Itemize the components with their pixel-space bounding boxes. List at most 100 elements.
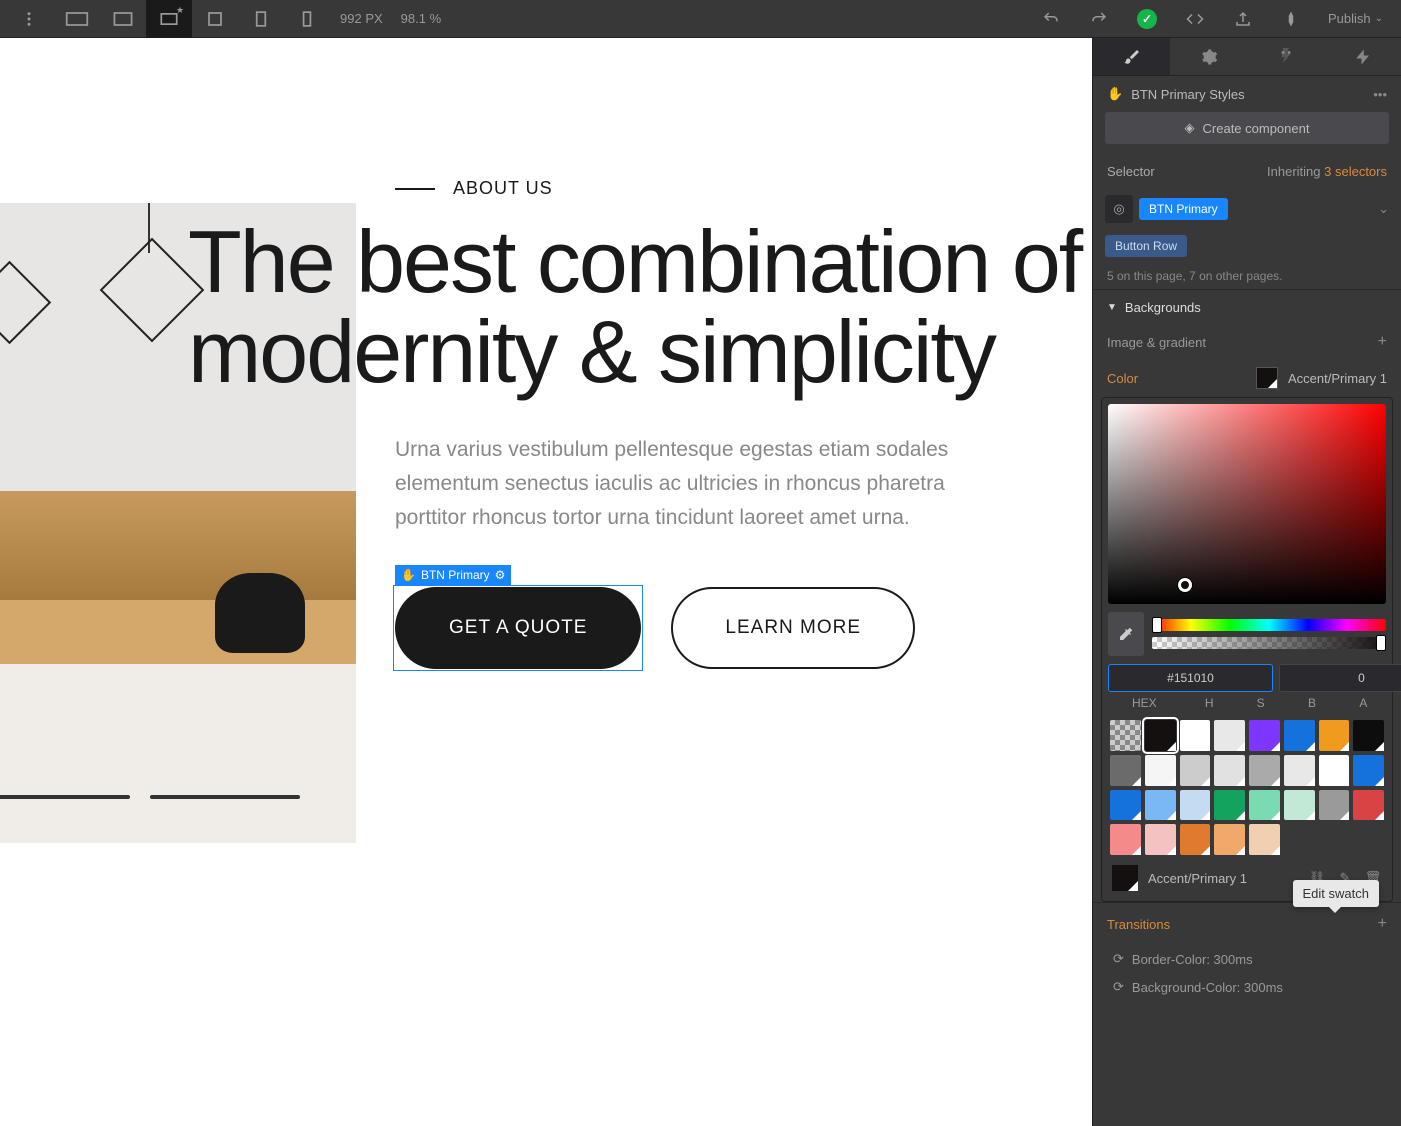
hue-input[interactable]	[1279, 664, 1401, 692]
saturation-handle[interactable]	[1178, 578, 1192, 592]
hex-label: HEX	[1108, 696, 1181, 710]
color-swatch[interactable]	[1249, 790, 1280, 821]
color-swatch-name[interactable]: Accent/Primary 1	[1288, 371, 1387, 386]
transition-item[interactable]: ⟳ Border-Color: 300ms	[1093, 945, 1401, 973]
color-swatch[interactable]	[1319, 720, 1350, 751]
canvas-width-value: 992 PX	[332, 11, 391, 26]
effects-tab-icon[interactable]	[1324, 38, 1401, 75]
more-dots-icon[interactable]: •••	[1373, 87, 1387, 102]
redo-icon[interactable]	[1076, 0, 1122, 38]
color-swatch[interactable]	[1249, 755, 1280, 786]
menu-dots-icon[interactable]	[6, 0, 52, 38]
inheriting-count[interactable]: 3 selectors	[1324, 164, 1387, 179]
hue-slider[interactable]	[1152, 619, 1386, 631]
color-swatch[interactable]	[1145, 720, 1176, 751]
color-swatch[interactable]	[1353, 755, 1384, 786]
color-swatch[interactable]	[1180, 790, 1211, 821]
color-swatch[interactable]	[1145, 755, 1176, 786]
color-swatch[interactable]	[1180, 720, 1211, 751]
style-tab-icon[interactable]	[1093, 38, 1170, 75]
transition-icon: ⟳	[1113, 951, 1124, 967]
color-swatch[interactable]	[1353, 720, 1384, 751]
grab-icon: ✋	[401, 568, 416, 582]
color-swatch[interactable]	[1110, 824, 1141, 855]
color-swatch-preview[interactable]	[1256, 367, 1278, 389]
breakpoint-laptop-icon[interactable]: ★	[146, 0, 192, 38]
gear-icon[interactable]: ⚙	[495, 568, 506, 582]
color-swatch[interactable]	[1145, 790, 1176, 821]
selected-swatch-preview	[1112, 865, 1138, 891]
code-icon[interactable]	[1172, 0, 1218, 38]
color-swatch[interactable]	[1284, 790, 1315, 821]
breakpoint-desktop-icon[interactable]	[100, 0, 146, 38]
color-swatch[interactable]	[1110, 755, 1141, 786]
breakpoint-mobile-icon[interactable]	[284, 0, 330, 38]
transition-item[interactable]: ⟳ Background-Color: 300ms	[1093, 973, 1401, 1001]
color-swatch[interactable]	[1180, 824, 1211, 855]
eyebrow-text[interactable]: ABOUT US	[453, 178, 553, 199]
hue-handle[interactable]	[1152, 617, 1162, 633]
get-quote-button[interactable]: GET A QUOTE	[395, 587, 641, 669]
transition-label: Background-Color: 300ms	[1132, 980, 1283, 995]
selector-target-icon[interactable]: ◎	[1105, 195, 1133, 223]
style-panel: ✋ BTN Primary Styles ••• ◈ Create compon…	[1092, 38, 1401, 1126]
color-swatch[interactable]	[1214, 755, 1245, 786]
export-icon[interactable]	[1220, 0, 1266, 38]
chevron-down-icon[interactable]: ⌄	[1378, 201, 1389, 217]
color-swatch[interactable]	[1110, 720, 1141, 751]
component-icon: ◈	[1185, 120, 1195, 136]
breakpoint-tablet-icon[interactable]	[192, 0, 238, 38]
status-ok-icon[interactable]	[1124, 0, 1170, 38]
color-swatch[interactable]	[1249, 824, 1280, 855]
publish-button[interactable]: Publish ⌄	[1316, 0, 1395, 38]
interactions-tab-icon[interactable]	[1247, 38, 1324, 75]
hex-input[interactable]	[1108, 664, 1273, 692]
eyebrow-line	[395, 188, 435, 190]
color-swatch[interactable]	[1284, 720, 1315, 751]
color-swatch[interactable]	[1110, 790, 1141, 821]
color-swatch[interactable]	[1284, 755, 1315, 786]
breakpoint-tablet-portrait-icon[interactable]	[238, 0, 284, 38]
color-swatch[interactable]	[1249, 720, 1280, 751]
selector-chip-parent[interactable]: Button Row	[1105, 235, 1187, 257]
selection-tag[interactable]: ✋ BTN Primary ⚙	[395, 565, 511, 585]
backgrounds-section-header[interactable]: ▼ Backgrounds	[1093, 289, 1401, 325]
selected-swatch-name: Accent/Primary 1	[1148, 871, 1298, 886]
color-label: Color	[1107, 371, 1138, 386]
alpha-slider[interactable]	[1152, 637, 1386, 649]
learn-more-button[interactable]: LEARN MORE	[671, 587, 915, 669]
transition-label: Border-Color: 300ms	[1132, 952, 1253, 967]
h-label: H	[1187, 696, 1232, 710]
caret-down-icon: ▼	[1107, 302, 1117, 313]
create-component-label: Create component	[1203, 121, 1310, 136]
saturation-area[interactable]	[1108, 404, 1386, 604]
color-swatch[interactable]	[1180, 755, 1211, 786]
color-swatch[interactable]	[1319, 790, 1350, 821]
hero-headline[interactable]: The best combination of modernity & simp…	[188, 217, 1092, 397]
settings-tab-icon[interactable]	[1170, 38, 1247, 75]
image-gradient-label: Image & gradient	[1107, 335, 1206, 350]
hero-body[interactable]: Urna varius vestibulum pellentesque eges…	[395, 433, 975, 535]
eyedropper-button[interactable]	[1108, 612, 1144, 656]
undo-icon[interactable]	[1028, 0, 1074, 38]
transitions-header[interactable]: Transitions	[1107, 917, 1170, 932]
color-swatch[interactable]	[1214, 824, 1245, 855]
a-label: A	[1341, 696, 1386, 710]
color-swatch[interactable]	[1214, 790, 1245, 821]
rocket-icon[interactable]	[1268, 0, 1314, 38]
color-swatch[interactable]	[1214, 720, 1245, 751]
selector-label: Selector	[1107, 164, 1155, 179]
alpha-handle[interactable]	[1376, 635, 1386, 651]
drawer-handle	[150, 795, 300, 799]
breakpoint-large-icon[interactable]	[54, 0, 100, 38]
color-swatch[interactable]	[1353, 790, 1384, 821]
b-label: B	[1289, 696, 1334, 710]
inheriting-label: Inheriting	[1267, 164, 1320, 179]
add-transition-icon[interactable]: +	[1378, 915, 1387, 933]
design-canvas[interactable]: ABOUT US The best combination of moderni…	[0, 38, 1092, 1126]
add-gradient-icon[interactable]: +	[1378, 333, 1387, 351]
color-swatch[interactable]	[1319, 755, 1350, 786]
create-component-button[interactable]: ◈ Create component	[1105, 112, 1389, 144]
color-swatch[interactable]	[1145, 824, 1176, 855]
selector-chip-primary[interactable]: BTN Primary	[1139, 198, 1228, 220]
